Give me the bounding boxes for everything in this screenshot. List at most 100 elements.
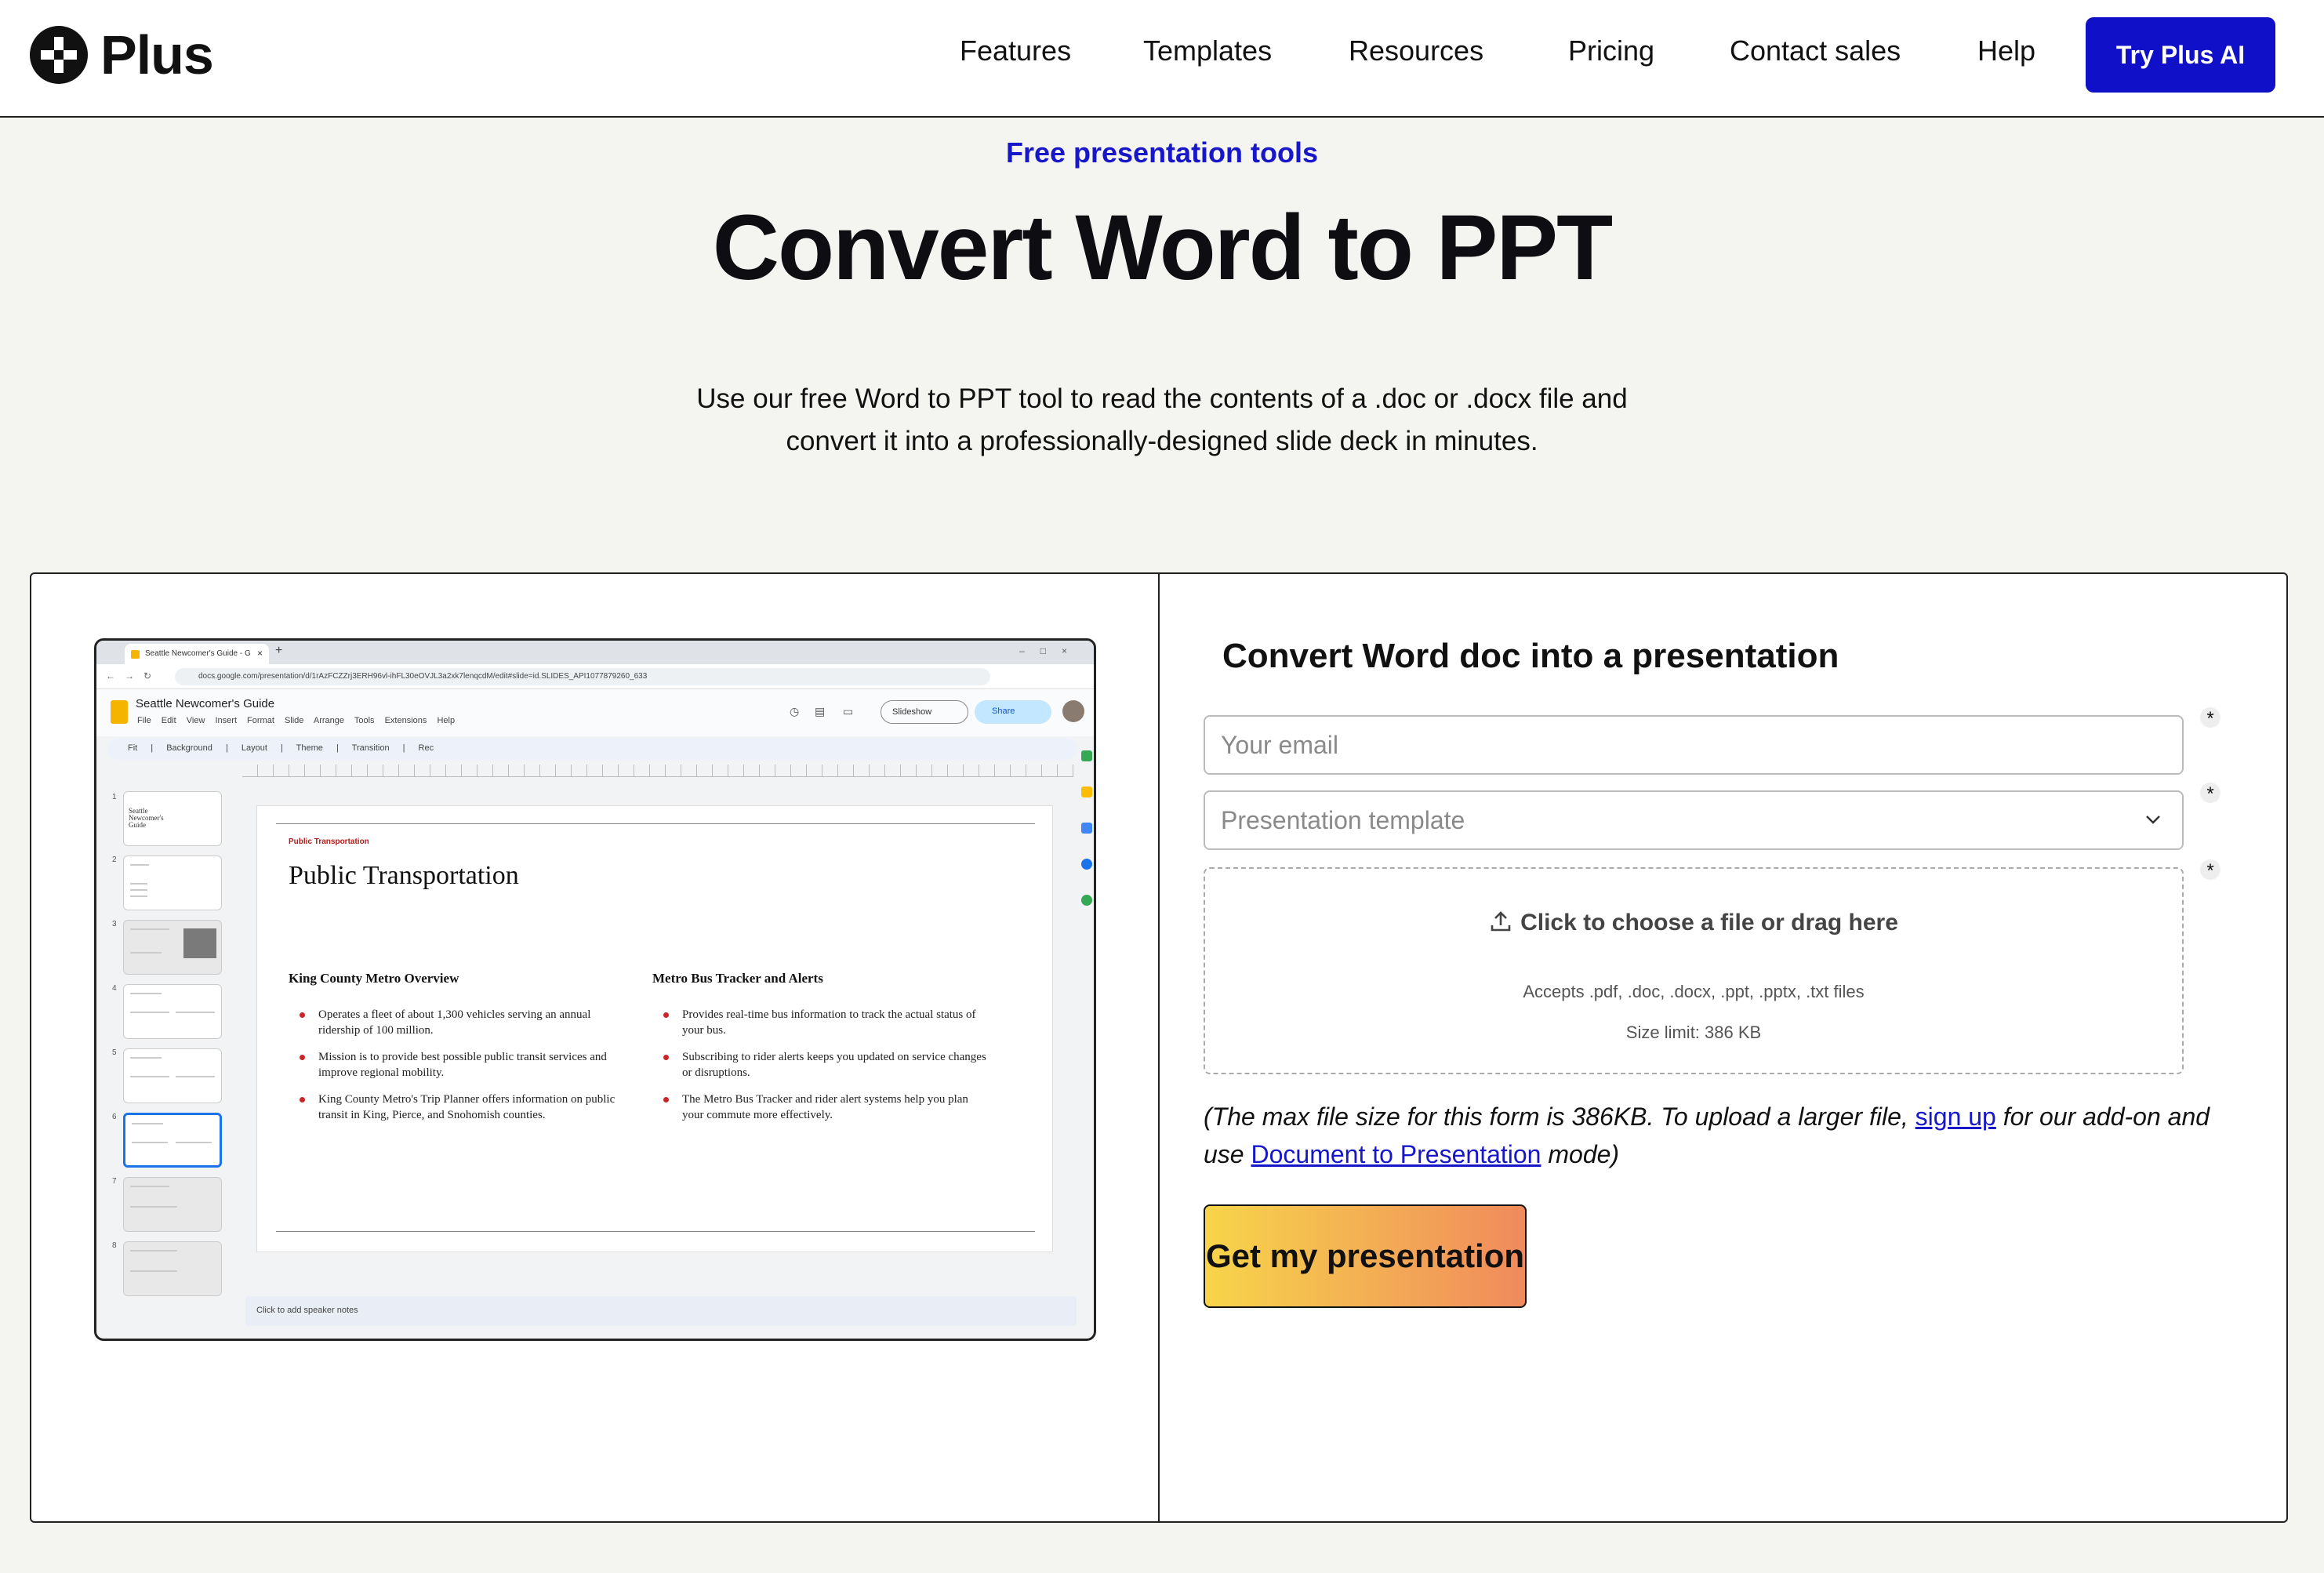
thumb-line: [130, 1076, 169, 1077]
nav-contact-sales[interactable]: Contact sales: [1730, 35, 1901, 67]
slide-bullet: King County Metro's Trip Planner offers …: [289, 1092, 626, 1123]
thumb-line: [130, 993, 162, 994]
slide-bullet: Operates a fleet of about 1,300 vehicles…: [289, 1007, 626, 1038]
thumb-number: 2: [112, 856, 117, 864]
slide-kicker: Public Transportation: [289, 837, 369, 846]
browser-url: docs.google.com/presentation/d/1rAzFCZZr…: [175, 668, 990, 685]
template-select[interactable]: Presentation template: [1204, 790, 2184, 850]
required-asterisk-icon: *: [2200, 783, 2221, 805]
try-plus-ai-button[interactable]: Try Plus AI: [2086, 17, 2275, 93]
hero-subtitle-line-2: convert it into a professionally-designe…: [786, 426, 1538, 456]
thumb-number: 8: [112, 1241, 117, 1250]
slide-top-rule: [276, 823, 1035, 824]
plus-logo[interactable]: Plus: [30, 24, 214, 85]
slide-bottom-rule: [276, 1231, 1035, 1232]
page-title: Convert Word to PPT: [712, 196, 1613, 300]
document-to-presentation-link[interactable]: Document to Presentation: [1251, 1140, 1541, 1168]
slide-bullet: Subscribing to rider alerts keeps you up…: [652, 1049, 990, 1081]
browser-nav-icons: ←→↻: [106, 670, 162, 681]
new-tab-icon: +: [275, 644, 283, 657]
size-limit: Size limit: 386 KB: [1625, 1023, 1762, 1042]
get-my-presentation-button[interactable]: Get my presentation: [1204, 1204, 1527, 1308]
nav-templates[interactable]: Templates: [1143, 35, 1272, 67]
thumb-line: [130, 928, 169, 930]
file-dropzone[interactable]: Click to choose a file or drag here Acce…: [1204, 867, 2184, 1074]
logo-text: Plus: [100, 24, 214, 85]
maps-icon: [1081, 895, 1092, 906]
thumb-line: [130, 864, 149, 866]
slide-thumbnail: [123, 1048, 222, 1103]
thumb-number: 6: [112, 1113, 117, 1121]
thumb-line: [130, 1270, 177, 1272]
thumb-photo: [183, 928, 216, 958]
calendar-icon: [1081, 750, 1092, 761]
keep-icon: [1081, 786, 1092, 797]
thumb-line: [132, 1142, 168, 1143]
thumb-line: [176, 1142, 212, 1143]
slide-column-heading: King County Metro Overview: [289, 971, 459, 986]
card-divider: [1158, 574, 1160, 1521]
nav-help[interactable]: Help: [1977, 35, 2035, 67]
thumb-number: 7: [112, 1177, 117, 1186]
browser-tab-title: Seattle Newcomer's Guide - G: [145, 649, 251, 658]
slide-thumbnail: [123, 984, 222, 1039]
slide-thumbnail: [123, 856, 222, 910]
browser-tab: Seattle Newcomer's Guide - G ×: [125, 644, 269, 664]
slide-bullet-list: Provides real-time bus information to tr…: [652, 1007, 990, 1123]
thumb-title: Seattle Newcomer's Guide: [129, 807, 164, 829]
thumb-line: [130, 895, 147, 897]
thumb-line: [176, 1012, 215, 1013]
thumb-line: [130, 1057, 162, 1059]
browser-tab-bar: Seattle Newcomer's Guide - G × + –□×: [96, 641, 1094, 664]
slideshow-button: Slideshow: [881, 700, 968, 724]
slide-column-heading: Metro Bus Tracker and Alerts: [652, 971, 823, 986]
hero-eyebrow: Free presentation tools: [1005, 136, 1319, 169]
window-controls-icon: –□×: [1019, 645, 1083, 656]
history-icon: ◷: [790, 705, 800, 717]
google-slides-preview-image: Seattle Newcomer's Guide - G × + –□× ←→↻…: [94, 638, 1096, 1341]
thumb-number: 5: [112, 1048, 117, 1057]
chevron-down-icon: [2146, 816, 2160, 824]
slide-thumbnail-active: [123, 1113, 222, 1168]
thumb-line: [130, 1186, 169, 1187]
thumb-number: 4: [112, 984, 117, 993]
slide-thumbnail: [123, 1241, 222, 1296]
slide-column-right: Metro Bus Tracker and Alerts Provides re…: [652, 971, 990, 1134]
share-button: Share: [975, 700, 1051, 724]
slide-title: Public Transportation: [289, 861, 519, 890]
thumb-line: [130, 1206, 177, 1208]
nav-features[interactable]: Features: [960, 35, 1071, 67]
nav-pricing[interactable]: Pricing: [1568, 35, 1654, 67]
meet-icon: ▭: [843, 705, 854, 717]
slide-column-left: King County Metro Overview Operates a fl…: [289, 971, 626, 1134]
plus-logo-icon: [30, 26, 88, 84]
slide-thumbnails: 1 Seattle Newcomer's Guide 2 3 4 5 6 7 8: [96, 766, 230, 1315]
slides-menu-bar: File Edit View Insert Format Slide Arran…: [137, 716, 456, 725]
thumb-line: [132, 1123, 163, 1124]
thumb-line: [130, 1012, 169, 1013]
slide-thumbnail: [123, 920, 222, 975]
browser-address-bar: ←→↻ docs.google.com/presentation/d/1rAzF…: [96, 664, 1094, 689]
hero-subtitle-line-1: Use our free Word to PPT tool to read th…: [696, 383, 1628, 414]
slide-thumbnail: Seattle Newcomer's Guide: [123, 791, 222, 846]
slide-bullet: Mission is to provide best possible publ…: [289, 1049, 626, 1081]
thumb-line: [130, 1250, 177, 1251]
slide-bullet: The Metro Bus Tracker and rider alert sy…: [652, 1092, 990, 1123]
sign-up-link[interactable]: sign up: [1915, 1103, 1996, 1131]
thumb-number: 1: [112, 793, 117, 801]
form-title: Convert Word doc into a presentation: [1222, 637, 1839, 675]
google-slides-logo-icon: [111, 700, 128, 724]
email-field[interactable]: Your email: [1204, 715, 2184, 775]
slide-bullet: Provides real-time bus information to tr…: [652, 1007, 990, 1038]
speaker-notes: Click to add speaker notes: [245, 1296, 1077, 1326]
slides-favicon-icon: [131, 650, 140, 659]
note-text: (The max file size for this form is 386K…: [1204, 1103, 1915, 1131]
note-text: mode): [1541, 1140, 1620, 1168]
upload-icon: [1491, 911, 1511, 932]
comment-icon: ▤: [815, 705, 826, 717]
ruler: [242, 765, 1073, 777]
accepted-file-types: Accepts .pdf, .doc, .docx, .ppt, .pptx, …: [1523, 982, 1865, 1001]
upload-label-text: Click to choose a file or drag here: [1520, 910, 1898, 935]
nav-resources[interactable]: Resources: [1349, 35, 1483, 67]
thumb-line: [130, 889, 147, 891]
